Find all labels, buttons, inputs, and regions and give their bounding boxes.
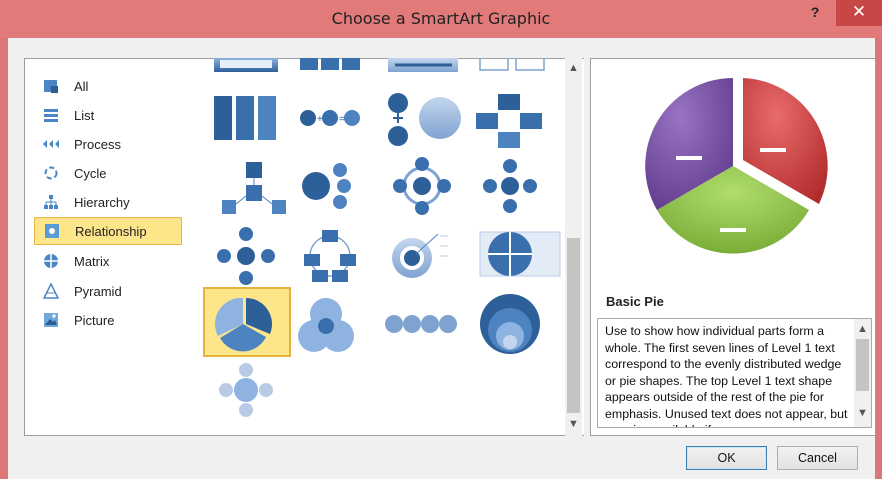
scroll-thumb[interactable] [567,238,580,413]
all-icon [42,77,60,95]
category-hierarchy[interactable]: Hierarchy [34,188,182,216]
description-text: Use to show how individual parts form a … [605,324,848,427]
category-cycle[interactable]: Cycle [34,159,182,187]
preview-image [596,62,874,286]
description-scrollbar[interactable]: ▲ ▼ [854,319,871,427]
matrix-icon [42,252,60,270]
title-bar: Choose a SmartArt Graphic ? ✕ [0,0,882,38]
category-list-item[interactable]: List [34,101,182,129]
layout-gallery: + = [190,58,565,436]
gallery-item[interactable] [385,315,457,333]
gallery-item[interactable] [388,93,461,146]
category-label: All [74,78,89,94]
picture-icon [42,311,60,329]
scroll-up-icon[interactable]: ▲ [854,323,871,335]
svg-text:=: = [339,114,345,125]
category-pyramid[interactable]: Pyramid [34,277,182,305]
category-all[interactable]: All [34,72,182,100]
gallery-item[interactable] [479,231,561,277]
gallery-item[interactable] [222,162,286,214]
cancel-button[interactable]: Cancel [777,446,858,470]
preview-title: Basic Pie [606,294,664,309]
gallery-item[interactable] [304,230,356,282]
gallery-item[interactable] [393,157,451,215]
gallery-item[interactable] [214,96,276,140]
dialog-title: Choose a SmartArt Graphic [331,9,551,28]
process-icon [42,135,60,153]
scroll-up-icon[interactable]: ▲ [565,62,582,74]
category-label: Hierarchy [74,194,130,210]
pyramid-icon [42,282,60,300]
category-label: Pyramid [74,283,122,299]
scroll-down-icon[interactable]: ▼ [854,407,871,419]
category-matrix[interactable]: Matrix [34,247,182,275]
category-label: Process [74,136,121,152]
description-box[interactable]: Use to show how individual parts form a … [597,318,872,428]
gallery-item[interactable] [302,163,351,209]
gallery-item[interactable] [219,363,273,417]
ok-button[interactable]: OK [686,446,767,470]
scroll-down-icon[interactable]: ▼ [565,418,582,430]
cycle-icon [42,164,60,182]
scroll-thumb[interactable] [856,339,869,391]
category-label: Matrix [74,253,110,269]
gallery-scrollbar[interactable]: ▲ ▼ [565,58,582,436]
gallery-item[interactable] [214,58,278,72]
hierarchy-icon [42,193,60,211]
dialog-window: Choose a SmartArt Graphic ? ✕ All List P… [0,0,882,479]
gallery-item[interactable] [298,298,354,352]
category-label: Relationship [75,223,147,239]
relationship-icon [43,222,61,240]
gallery-item-basic-pie[interactable] [203,287,291,357]
gallery-item[interactable] [392,233,448,278]
gallery-item[interactable] [480,294,540,354]
gallery-item[interactable] [476,94,542,148]
category-process[interactable]: Process [34,130,182,158]
list-icon [42,106,60,124]
category-picture[interactable]: Picture [34,306,182,334]
category-relationship[interactable]: Relationship [34,217,182,245]
close-button[interactable]: ✕ [836,0,882,26]
gallery-item[interactable] [300,58,360,70]
gallery-item[interactable] [479,58,545,71]
gallery-item[interactable]: + = [300,110,360,126]
category-label: Picture [74,312,115,328]
gallery-item[interactable] [388,58,458,72]
help-button[interactable]: ? [800,4,830,28]
gallery-item[interactable] [217,227,275,285]
category-label: List [74,107,95,123]
category-label: Cycle [74,165,107,181]
svg-text:+: + [317,114,323,125]
gallery-item[interactable] [483,159,537,213]
